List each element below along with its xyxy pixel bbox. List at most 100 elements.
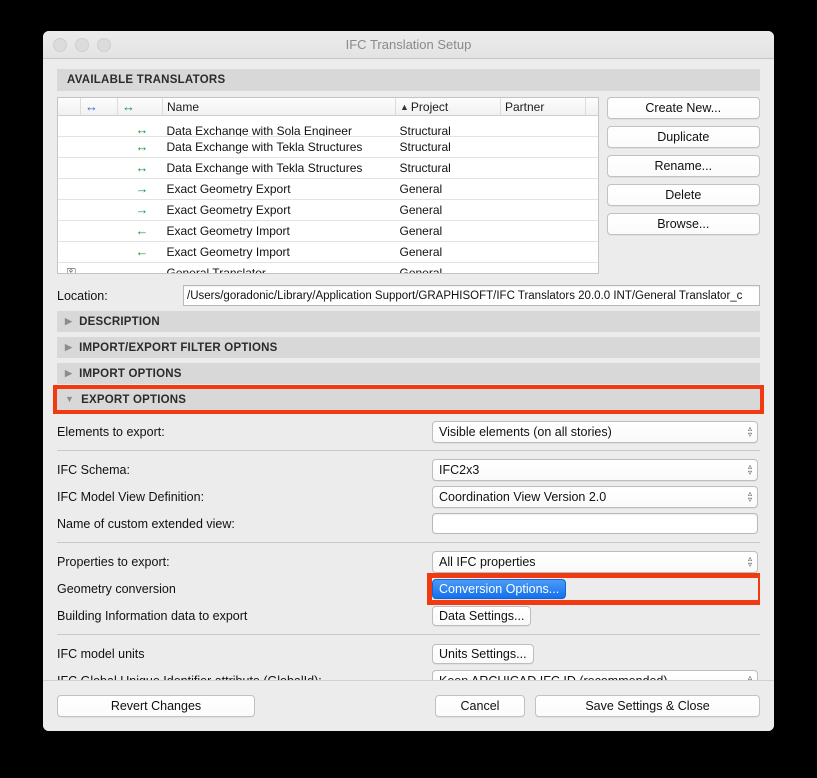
- row-blue-cell: [80, 178, 118, 200]
- close-button[interactable]: [53, 37, 67, 52]
- table-row[interactable]: → Exact Geometry Export General: [58, 199, 598, 221]
- row-spacer: [585, 199, 598, 221]
- cancel-button[interactable]: Cancel: [435, 695, 525, 717]
- data-settings-button[interactable]: Data Settings...: [432, 605, 532, 626]
- column-header-project[interactable]: ▲ Project: [395, 98, 501, 116]
- direction-icon: ↔: [117, 262, 163, 273]
- row-name: Exact Geometry Import: [162, 241, 396, 263]
- column-header-partner[interactable]: Partner: [500, 98, 586, 116]
- row-lock-cell: [58, 157, 81, 179]
- traffic-lights: [53, 37, 111, 52]
- row-spacer: [585, 178, 598, 200]
- row-ifc-schema: IFC Schema: IFC2x3 ▵ ▿: [57, 456, 760, 483]
- available-translators-header: AVAILABLE TRANSLATORS: [57, 69, 760, 91]
- building-info-data-label: Building Information data to export: [57, 608, 248, 623]
- row-spacer: [585, 157, 598, 179]
- disclosure-export-options[interactable]: ▼ EXPORT OPTIONS: [53, 385, 764, 414]
- ifc-mvd-select[interactable]: Coordination View Version 2.0 ▵ ▿: [432, 485, 758, 508]
- direction-icon: ↔: [117, 136, 163, 158]
- footer-right-actions: Cancel Save Settings & Close: [435, 695, 760, 717]
- sort-ascending-icon: ▲: [400, 101, 409, 112]
- column-header-project-label: Project: [410, 99, 449, 114]
- translators-table[interactable]: ↔ ↔ Name ▲ Project Partner ↔ Data Exchange…: [57, 97, 599, 274]
- row-partner: [500, 262, 586, 273]
- row-spacer: [585, 115, 598, 137]
- ifc-translation-setup-window: IFC Translation Setup AVAILABLE TRANSLAT…: [43, 31, 774, 731]
- row-name: Data Exchange with Tekla Structures: [162, 157, 396, 179]
- direction-icon: ↔: [117, 157, 163, 179]
- disclosure-import-export-filter-options-label: IMPORT/EXPORT FILTER OPTIONS: [79, 341, 278, 354]
- translator-actions: Create New... Duplicate Rename... Delete…: [606, 97, 760, 274]
- revert-changes-button[interactable]: Revert Changes: [57, 695, 255, 717]
- row-blue-cell: [80, 136, 118, 158]
- row-name: Data Exchange with Tekla Structures: [162, 136, 396, 158]
- browse-button[interactable]: Browse...: [606, 213, 760, 235]
- location-row: Location: /Users/goradonic/Library/Appli…: [57, 285, 760, 306]
- table-row[interactable]: ↔ Data Exchange with Sola Engineer Structu…: [58, 115, 598, 137]
- chevron-right-icon: ▶: [65, 316, 73, 326]
- delete-button[interactable]: Delete: [606, 184, 760, 206]
- create-new-button[interactable]: Create New...: [606, 97, 760, 119]
- bidirectional-blue-icon: ↔: [85, 98, 98, 114]
- conversion-options-highlight: Conversion Options...: [427, 572, 760, 605]
- row-partner: [500, 220, 586, 242]
- duplicate-button[interactable]: Duplicate: [606, 126, 760, 148]
- window-titlebar: IFC Translation Setup: [43, 31, 774, 59]
- row-partner: [500, 241, 586, 263]
- row-globalid: IFC Global Unique Identifier attribute (…: [57, 667, 760, 680]
- column-header-green-arrows[interactable]: ↔: [117, 98, 163, 116]
- divider: [57, 634, 760, 635]
- elements-to-export-select[interactable]: Visible elements (on all stories) ▵ ▿: [432, 420, 758, 443]
- column-header-lock[interactable]: [58, 98, 81, 116]
- table-row[interactable]: ↔ Data Exchange with Tekla Structures Stru…: [58, 136, 598, 158]
- table-row[interactable]: ↔ Data Exchange with Tekla Structures Stru…: [58, 157, 598, 179]
- ifc-schema-label: IFC Schema:: [57, 462, 130, 477]
- stepper-icon: ▵▿: [747, 423, 752, 439]
- location-field[interactable]: /Users/goradonic/Library/Application Sup…: [183, 285, 760, 306]
- row-project: Structural: [395, 157, 501, 179]
- bidirectional-green-icon: ↔: [122, 98, 135, 114]
- column-header-name-label: Name: [167, 99, 200, 114]
- conversion-options-button[interactable]: Conversion Options...: [432, 578, 567, 599]
- table-row[interactable]: ← Exact Geometry Import General: [58, 220, 598, 242]
- chevron-right-icon: ▶: [65, 342, 73, 352]
- row-blue-cell: [80, 220, 118, 242]
- properties-to-export-value: All IFC properties: [439, 554, 536, 569]
- disclosure-import-options[interactable]: ▶ IMPORT OPTIONS: [57, 363, 760, 384]
- location-label: Location:: [57, 288, 108, 303]
- row-blue-cell: [80, 157, 118, 179]
- direction-icon: →: [117, 199, 163, 221]
- properties-to-export-label: Properties to export:: [57, 554, 170, 569]
- disclosure-description[interactable]: ▶ DESCRIPTION: [57, 311, 760, 332]
- stepper-icon: ▵▿: [747, 461, 752, 477]
- units-settings-button[interactable]: Units Settings...: [432, 643, 534, 664]
- row-lock-cell: [58, 220, 81, 242]
- disclosure-import-export-filter-options[interactable]: ▶ IMPORT/EXPORT FILTER OPTIONS: [57, 337, 760, 358]
- bidirectional-blue-icon: ↔: [80, 262, 118, 273]
- table-row[interactable]: ← Exact Geometry Import General: [58, 241, 598, 263]
- column-header-blue-arrows[interactable]: ↔: [80, 98, 118, 116]
- rename-button[interactable]: Rename...: [606, 155, 760, 177]
- dialog-footer: Revert Changes Cancel Save Settings & Cl…: [43, 680, 774, 731]
- ifc-schema-select[interactable]: IFC2x3 ▵ ▿: [432, 458, 758, 481]
- save-settings-and-close-button[interactable]: Save Settings & Close: [535, 695, 760, 717]
- column-header-name[interactable]: Name: [162, 98, 396, 116]
- ifc-mvd-label: IFC Model View Definition:: [57, 489, 205, 504]
- globalid-select[interactable]: Keep ARCHICAD IFC ID (recommended) ▵▿: [432, 669, 758, 680]
- row-ifc-model-units: IFC model units Units Settings...: [57, 640, 760, 667]
- zoom-button[interactable]: [97, 37, 111, 52]
- row-blue-cell: [80, 115, 118, 137]
- row-spacer: [585, 220, 598, 242]
- row-name: Data Exchange with Sola Engineer: [162, 115, 396, 137]
- minimize-button[interactable]: [75, 37, 89, 52]
- row-geometry-conversion: Geometry conversion Conversion Options..…: [57, 572, 760, 605]
- table-row[interactable]: → Exact Geometry Export General: [58, 178, 598, 200]
- properties-to-export-select[interactable]: All IFC properties ▵ ▿: [432, 550, 758, 573]
- table-row[interactable]: ⚿ ↔ ↔ General Translator General: [58, 262, 598, 273]
- custom-view-name-input[interactable]: [432, 513, 758, 534]
- row-spacer: [585, 136, 598, 158]
- translators-table-body: ↔ Data Exchange with Sola Engineer Structu…: [58, 115, 598, 273]
- row-name: Exact Geometry Import: [162, 220, 396, 242]
- globalid-label: IFC Global Unique Identifier attribute (…: [57, 674, 432, 681]
- row-blue-cell: [80, 199, 118, 221]
